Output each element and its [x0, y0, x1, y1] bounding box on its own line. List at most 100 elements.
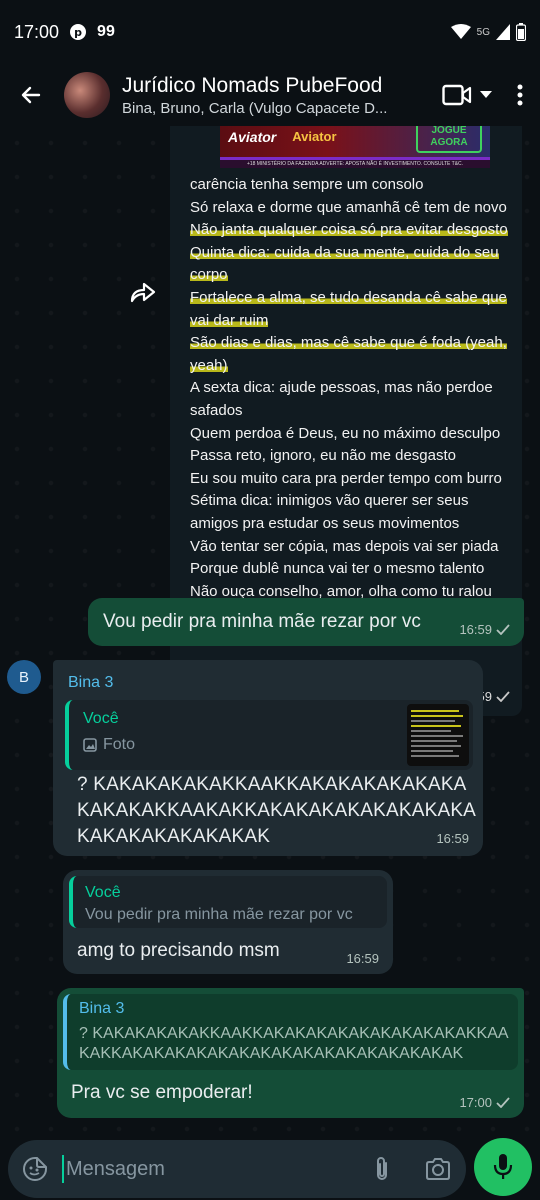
ad-logo: Aviator — [228, 128, 277, 145]
incoming-message[interactable]: Você Vou pedir pra minha mãe rezar por v… — [63, 870, 393, 974]
chat-title: Jurídico Nomads PubeFood — [122, 73, 383, 97]
status-time: 17:00 — [14, 21, 60, 42]
lyric-line: Fortalece a alma, se tudo desanda cê sab… — [190, 287, 510, 310]
ad-cta: JOGUE AGORA — [416, 126, 482, 153]
lyric-line-text: Eu sou muito cara pra perder tempo com b… — [190, 469, 502, 487]
lyric-line: Passa reto, ignoro, eu não me desgasto — [190, 445, 510, 468]
lyric-line-text: Vão tentar ser cópia, mas depois vai ser… — [190, 537, 499, 555]
sticker-icon — [22, 1156, 48, 1182]
single-check-icon — [496, 624, 510, 635]
message-time: 16:59 — [436, 831, 469, 846]
quote-text: ? KAKAKAKAKAKKAAKKAKAKAKAKAKAKAKAKAKAKKA… — [79, 1025, 509, 1062]
quote-thumbnail — [407, 704, 469, 766]
video-call-icon — [442, 84, 472, 106]
wifi-icon — [450, 24, 471, 40]
message-time: 16:59 — [346, 951, 379, 966]
message-text: amg to precisando msm — [77, 940, 280, 961]
attach-icon — [373, 1155, 391, 1183]
back-arrow-icon — [19, 83, 43, 107]
group-avatar[interactable] — [64, 72, 110, 118]
lyric-line-text: Fortalece a alma, se tudo desanda cê sab… — [190, 288, 507, 306]
header-actions — [434, 64, 540, 126]
lyric-line: Vão tentar ser cópia, mas depois vai ser… — [190, 536, 510, 559]
more-options-button[interactable] — [500, 64, 540, 126]
message-text: Pra vc se empoderar! — [71, 1082, 253, 1103]
status-right-icons: 5G — [450, 23, 526, 41]
forward-button[interactable] — [126, 274, 162, 310]
quote-author: Você — [83, 710, 119, 727]
quote-author: Bina 3 — [79, 1000, 125, 1017]
sender-avatar[interactable]: B — [7, 660, 41, 694]
ad-disclaimer: +18 MINISTÉRIO DA FAZENDA ADVERTE: APOST… — [220, 160, 490, 168]
composer-bar — [0, 1136, 540, 1200]
message-text: ? KAKAKAKAKAKKAAKKAKAKAKAKAKAKAKAKAKAKKA… — [77, 774, 477, 847]
sender-name[interactable]: Bina 3 — [68, 674, 113, 692]
message-meta: 16:59 — [346, 951, 379, 966]
lyric-line-text: Quinta dica: cuida da sua mente, cuida d… — [190, 243, 499, 261]
quoted-message[interactable]: Você Foto — [65, 700, 473, 770]
emoji-sticker-button[interactable] — [8, 1140, 62, 1198]
lyric-line-text: Só relaxa e dorme que amanhã cê tem de n… — [190, 198, 507, 216]
lyric-line: Quinta dica: cuida da sua mente, cuida d… — [190, 242, 510, 265]
lyric-line-text: vai dar ruim — [190, 311, 269, 329]
lyric-line-text: yeah) — [190, 356, 228, 374]
quote-text: Vou pedir pra minha mãe rezar por vc — [85, 906, 353, 923]
status-app-badge: 99 — [97, 23, 115, 40]
single-check-icon — [496, 1097, 510, 1108]
message-time: 16:59 — [459, 622, 492, 637]
lyric-line: A sexta dica: ajude pessoas, mas não per… — [190, 377, 510, 400]
lyric-line-text: corpo — [190, 266, 228, 284]
lyric-line: safados — [190, 400, 510, 423]
attach-button[interactable] — [354, 1140, 410, 1198]
voice-record-button[interactable] — [474, 1138, 532, 1196]
camera-button[interactable] — [410, 1140, 466, 1198]
chevron-down-icon — [480, 91, 492, 99]
lyric-line-text: Quem perdoa é Deus, eu no máximo desculp… — [190, 424, 501, 442]
lyric-line-text: Sétima dica: inimigos vão querer ser seu… — [190, 492, 469, 510]
lyric-line: Não janta qualquer coisa só pra evitar d… — [190, 219, 510, 242]
lyric-line-text: safados — [190, 401, 243, 419]
message-meta: 17:00 — [459, 1095, 510, 1110]
lyrics-text: carência tenha sempre um consolo Só relax… — [190, 174, 510, 603]
ad-cta-line1: JOGUE — [431, 126, 467, 136]
lyric-line: vai dar ruim — [190, 310, 510, 333]
quoted-message[interactable]: Você Vou pedir pra minha mãe rezar por v… — [69, 876, 387, 928]
lyric-line: Só relaxa e dorme que amanhã cê tem de n… — [190, 197, 510, 220]
lyric-line: Eu sou muito cara pra perder tempo com b… — [190, 468, 510, 491]
lyric-line: Sétima dica: inimigos vão querer ser seu… — [190, 490, 510, 513]
message-meta: 16:59 — [436, 831, 469, 846]
signal-icon — [496, 24, 510, 40]
single-check-icon — [496, 691, 510, 702]
quoted-message[interactable]: Bina 3 ? KAKAKAKAKAKKAAKKAKAKAKAKAKAKAKA… — [63, 994, 518, 1070]
lyric-line: São dias e dias, mas cê sabe que é foda … — [190, 332, 510, 355]
outgoing-message[interactable]: Vou pedir pra minha mãe rezar por vc 16:… — [88, 598, 524, 646]
chat-participants: Bina, Bruno, Carla (Vulgo Capacete D... — [122, 99, 388, 117]
chat-area[interactable]: Aviator Aviator JOGUE AGORA +18 MINISTÉR… — [0, 126, 540, 1136]
lyric-line: amigos pra estudar os seus movimentos — [190, 513, 510, 536]
battery-icon — [516, 23, 526, 41]
lyric-line-text: Porque dublê nunca vai ter o mesmo talen… — [190, 560, 485, 578]
lyric-line-text: Não janta qualquer coisa só pra evitar d… — [190, 221, 508, 239]
incoming-message[interactable]: Bina 3 Você Foto ? KAKAKAKAKAKKAAKKAKAKA… — [53, 660, 483, 856]
lyric-line-text: São dias e dias, mas cê sabe que é foda … — [190, 334, 507, 352]
camera-icon — [425, 1158, 451, 1180]
lyric-line: corpo — [190, 264, 510, 287]
pinterest-icon: p — [69, 23, 87, 41]
forward-icon — [130, 281, 158, 303]
mic-icon — [493, 1153, 513, 1181]
back-button[interactable] — [0, 64, 62, 126]
message-meta: 16:59 — [459, 622, 510, 637]
lyric-line: Porque dublê nunca vai ter o mesmo talen… — [190, 558, 510, 581]
ad-name: Aviator — [292, 129, 337, 144]
quote-preview: Foto — [83, 736, 135, 754]
quote-author: Você — [85, 884, 121, 901]
composer — [8, 1140, 466, 1198]
video-call-button[interactable] — [434, 64, 500, 126]
message-text: Vou pedir pra minha mãe rezar por vc — [103, 611, 421, 632]
message-input[interactable] — [62, 1155, 354, 1183]
status-bar: 17:00 p 99 5G — [0, 0, 540, 64]
svg-text:p: p — [74, 26, 82, 39]
chat-info[interactable]: Jurídico Nomads PubeFood Bina, Bruno, Ca… — [122, 74, 407, 117]
lyric-line-text: Passa reto, ignoro, eu não me desgasto — [190, 447, 457, 465]
outgoing-message[interactable]: Bina 3 ? KAKAKAKAKAKKAAKKAKAKAKAKAKAKAKA… — [57, 988, 524, 1118]
